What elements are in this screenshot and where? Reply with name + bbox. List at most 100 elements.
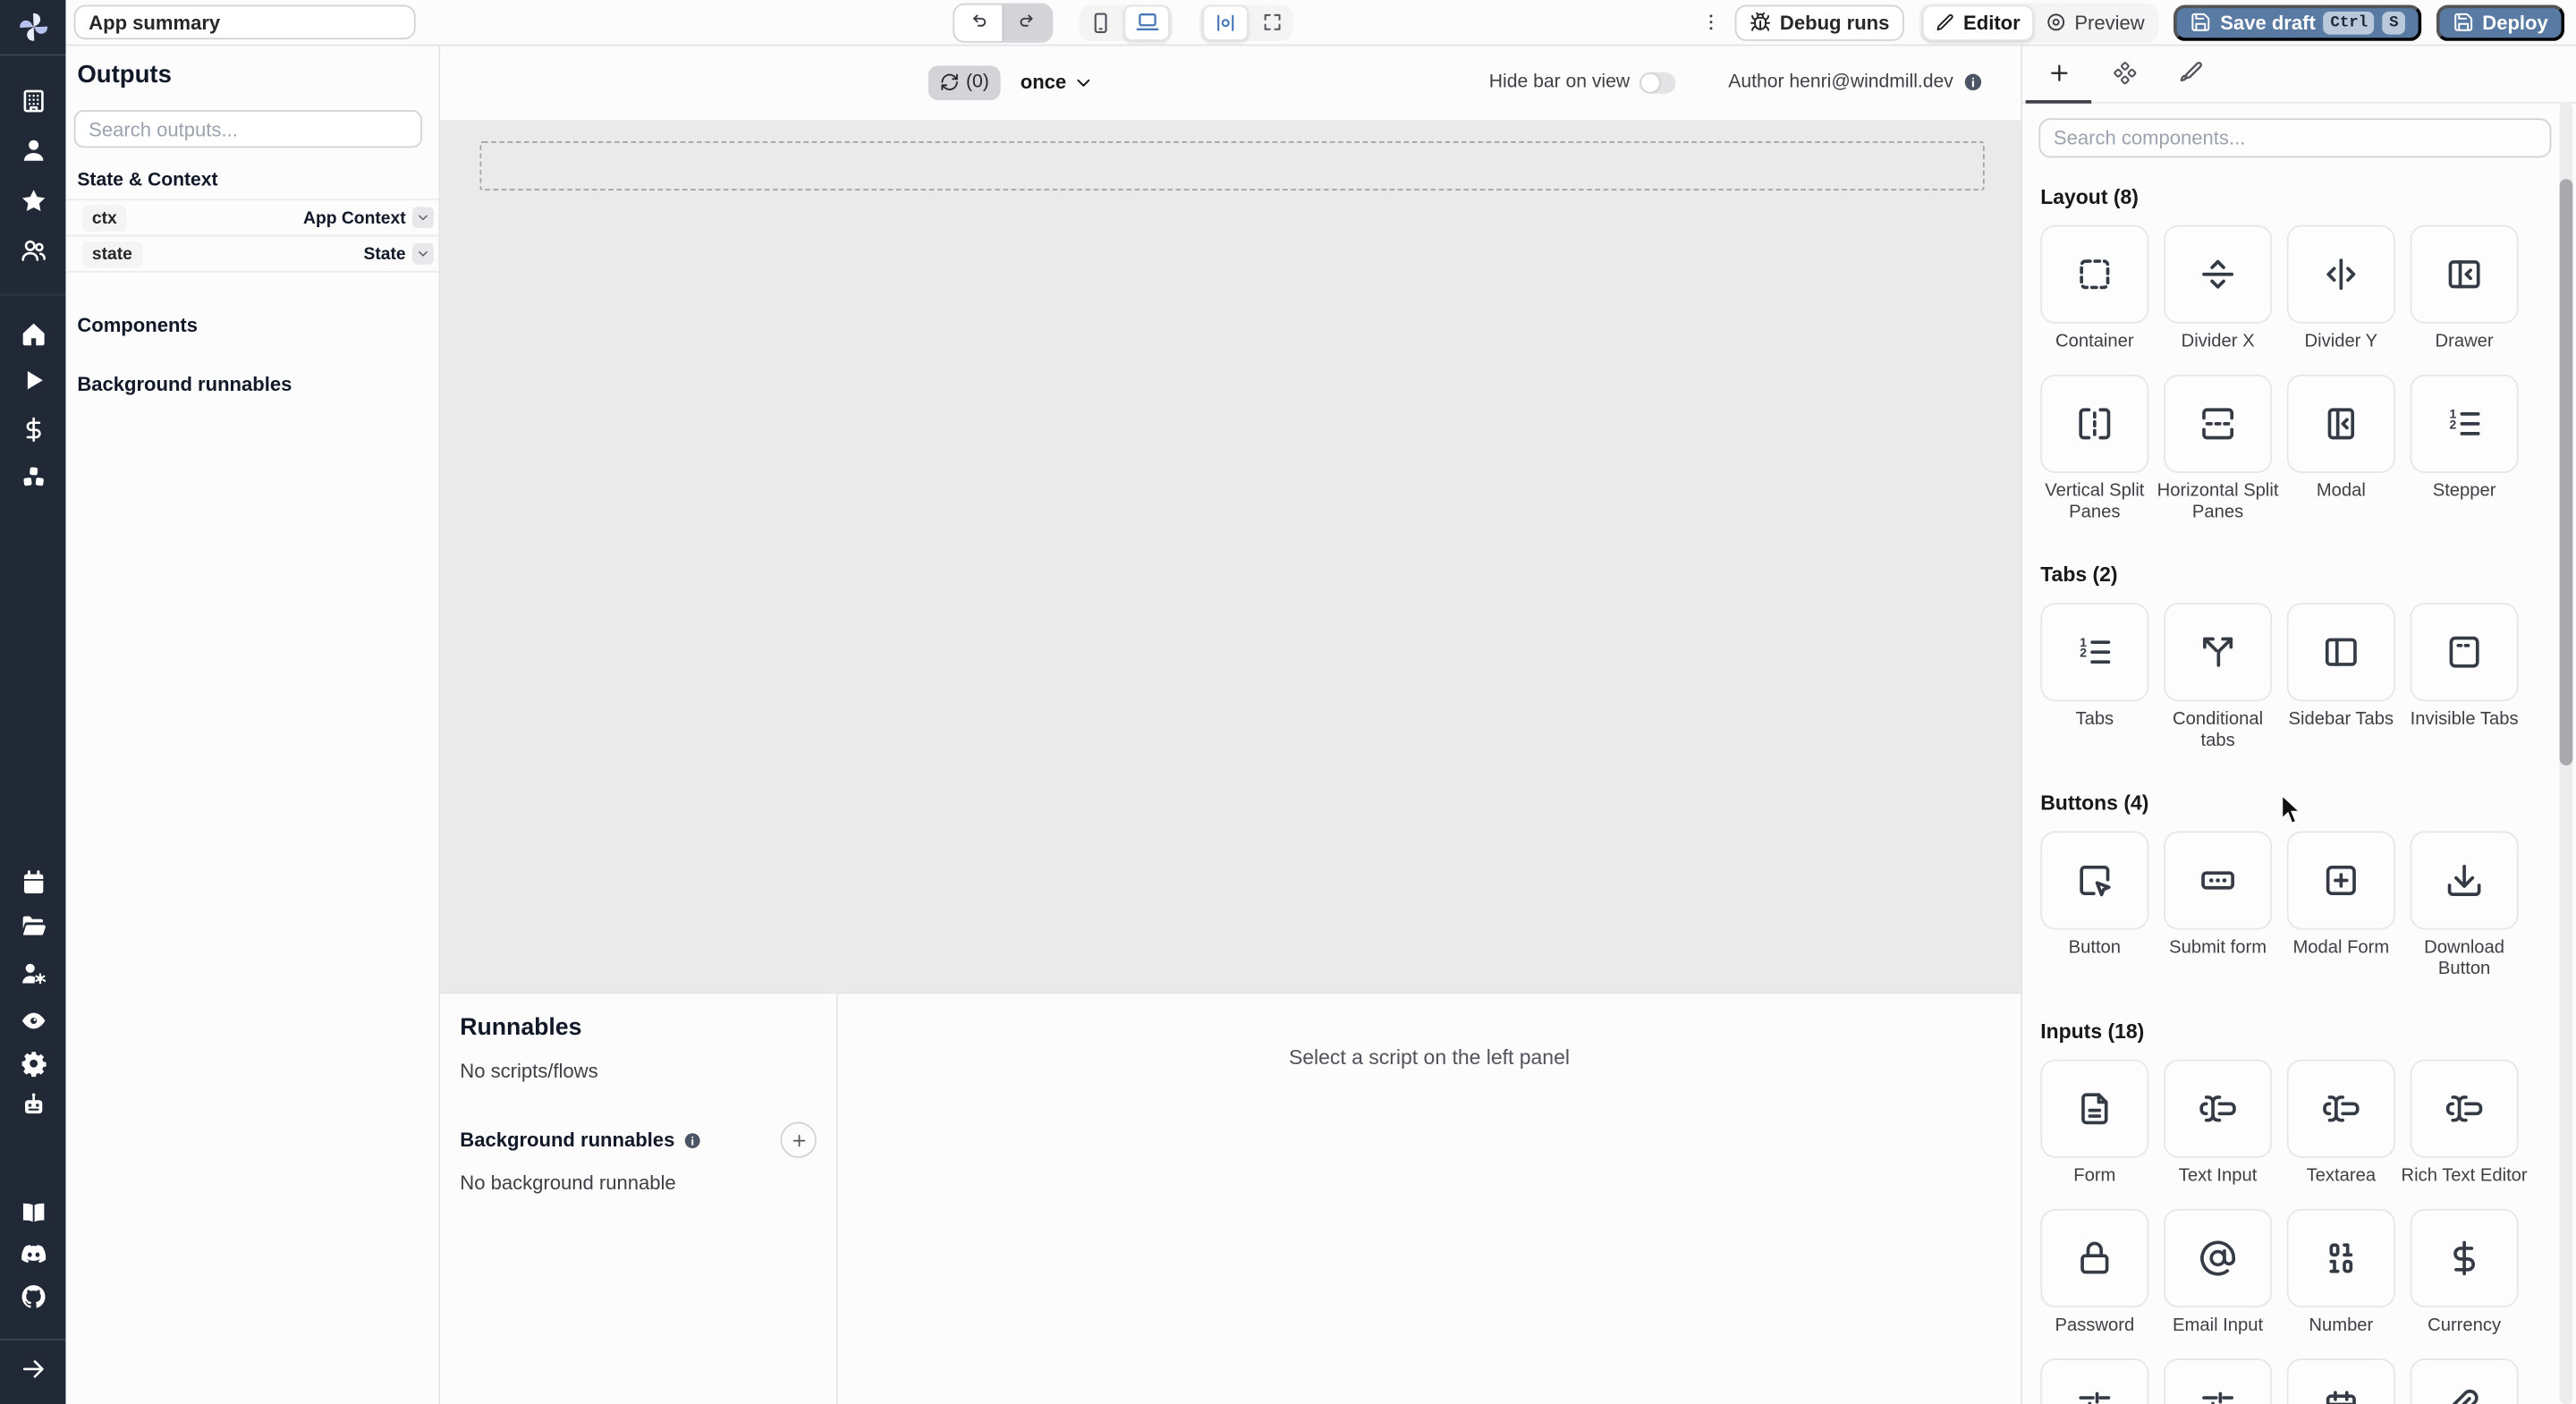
- sidebar-item-workers[interactable]: [0, 1082, 65, 1125]
- component-card-box[interactable]: [2163, 1059, 2273, 1158]
- component-card-vertical-split-panes[interactable]: Vertical Split Panes: [2040, 374, 2149, 524]
- component-card-box[interactable]: [2286, 1208, 2395, 1307]
- tab-preview[interactable]: Preview: [2033, 5, 2156, 38]
- undo-button[interactable]: [954, 4, 1002, 40]
- component-card-submit-form[interactable]: Submit form: [2163, 831, 2273, 980]
- component-card-box[interactable]: [2286, 602, 2395, 702]
- component-card-box[interactable]: [2410, 831, 2519, 930]
- sidebar-item-workers-groups[interactable]: [0, 951, 65, 994]
- component-card-box[interactable]: [2040, 1059, 2149, 1158]
- empty-dropzone[interactable]: [479, 140, 1985, 191]
- component-card-box[interactable]: [2410, 1208, 2519, 1307]
- component-card-modal[interactable]: Modal: [2286, 374, 2395, 524]
- sidebar-item-audit-logs[interactable]: [0, 999, 65, 1042]
- sidebar-item-variables[interactable]: [0, 408, 65, 451]
- component-card-form[interactable]: Form: [2040, 1059, 2149, 1187]
- component-card-slider[interactable]: Slider: [2040, 1357, 2149, 1404]
- search-components-input[interactable]: [2038, 118, 2552, 158]
- app-summary-input[interactable]: [73, 4, 416, 40]
- component-card-box[interactable]: [2286, 224, 2395, 324]
- tab-editor[interactable]: Editor: [1922, 4, 2034, 40]
- state-context-row-ctx[interactable]: ctx App Context: [65, 200, 439, 237]
- component-card-box[interactable]: [2286, 1059, 2395, 1158]
- windmill-logo-icon[interactable]: [0, 5, 65, 48]
- component-card-box[interactable]: [2040, 831, 2149, 930]
- component-card-tabs[interactable]: 1 2 Tabs: [2040, 602, 2149, 752]
- add-background-runnable-button[interactable]: [780, 1121, 817, 1158]
- component-card-container[interactable]: Container: [2040, 224, 2149, 353]
- component-card-box[interactable]: [2040, 374, 2149, 473]
- component-card-invisible-tabs[interactable]: Invisible Tabs: [2410, 602, 2519, 752]
- component-card-conditional-tabs[interactable]: Conditional tabs: [2163, 602, 2273, 752]
- state-context-row-state[interactable]: state State: [65, 236, 439, 273]
- expand-row-button[interactable]: [412, 207, 434, 229]
- component-card-file-input[interactable]: File Input: [2410, 1357, 2519, 1404]
- sidebar-item-docs[interactable]: [0, 1191, 65, 1234]
- component-card-date[interactable]: Date: [2286, 1357, 2395, 1404]
- panel-tab-components-settings[interactable]: [2091, 45, 2157, 102]
- component-card-box[interactable]: [2163, 374, 2273, 473]
- panel-tab-theme[interactable]: [2157, 45, 2223, 102]
- info-icon[interactable]: [683, 1131, 701, 1149]
- info-icon[interactable]: [1963, 72, 1983, 92]
- component-card-divider-y[interactable]: Divider Y: [2286, 224, 2395, 353]
- component-card-number[interactable]: Number: [2286, 1208, 2395, 1336]
- mobile-view-button[interactable]: [1082, 7, 1118, 37]
- save-draft-button[interactable]: Save draft Ctrl S: [2174, 4, 2422, 40]
- refresh-button[interactable]: (0): [928, 64, 1001, 100]
- fullscreen-button[interactable]: [1253, 7, 1289, 37]
- sidebar-item-folders[interactable]: [0, 903, 65, 946]
- debug-runs-button[interactable]: Debug runs: [1735, 4, 1904, 40]
- sidebar-item-runs[interactable]: [0, 358, 65, 401]
- component-card-box[interactable]: [2040, 1208, 2149, 1307]
- center-layout-button[interactable]: [1202, 4, 1249, 40]
- component-card-divider-x[interactable]: Divider X: [2163, 224, 2273, 353]
- component-card-sidebar-tabs[interactable]: Sidebar Tabs: [2286, 602, 2395, 752]
- component-card-box[interactable]: [2040, 1357, 2149, 1404]
- component-card-box[interactable]: [2410, 1059, 2519, 1158]
- component-card-rich-text-editor[interactable]: Rich Text Editor: [2402, 1059, 2528, 1187]
- deploy-button[interactable]: Deploy: [2436, 4, 2565, 40]
- component-card-download-button[interactable]: Download Button: [2410, 831, 2519, 980]
- component-card-box[interactable]: [2286, 1357, 2395, 1404]
- component-card-box[interactable]: [2286, 831, 2395, 930]
- sidebar-item-settings[interactable]: [0, 1041, 65, 1084]
- panel-tab-insert[interactable]: [2025, 45, 2092, 104]
- component-card-box[interactable]: [2163, 602, 2273, 702]
- schedule-dropdown[interactable]: once: [1021, 71, 1095, 94]
- component-card-email-input[interactable]: Email Input: [2163, 1208, 2273, 1336]
- component-card-box[interactable]: [2163, 1208, 2273, 1307]
- sidebar-item-user[interactable]: [0, 128, 65, 171]
- sidebar-item-workspace[interactable]: [0, 79, 65, 122]
- scrollbar-thumb[interactable]: [2559, 179, 2573, 765]
- component-card-box[interactable]: [2410, 224, 2519, 324]
- sidebar-item-home[interactable]: [0, 312, 65, 355]
- component-card-box[interactable]: [2286, 374, 2395, 473]
- sidebar-item-discord[interactable]: [0, 1232, 65, 1275]
- redo-button[interactable]: [1002, 4, 1052, 40]
- expand-row-button[interactable]: [412, 242, 434, 265]
- sidebar-item-resources[interactable]: [0, 455, 65, 498]
- sidebar-item-collapse[interactable]: [0, 1347, 65, 1390]
- component-card-password[interactable]: Password: [2040, 1208, 2149, 1336]
- desktop-view-button[interactable]: [1123, 4, 1170, 40]
- component-card-box[interactable]: [2410, 1357, 2519, 1404]
- component-card-currency[interactable]: Currency: [2410, 1208, 2519, 1336]
- component-card-box[interactable]: [2040, 224, 2149, 324]
- sidebar-item-groups[interactable]: [0, 228, 65, 271]
- component-card-box[interactable]: [2410, 602, 2519, 702]
- component-card-stepper[interactable]: 1 2 Stepper: [2410, 374, 2519, 524]
- component-card-drawer[interactable]: Drawer: [2410, 224, 2519, 353]
- more-menu-button[interactable]: [1701, 4, 1721, 40]
- sidebar-item-github[interactable]: [0, 1274, 65, 1317]
- component-card-modal-form[interactable]: Modal Form: [2286, 831, 2395, 980]
- sidebar-item-schedules[interactable]: [0, 860, 65, 903]
- sidebar-item-favorites[interactable]: [0, 179, 65, 222]
- component-card-box[interactable]: 12: [2040, 602, 2149, 702]
- component-card-button[interactable]: Button: [2040, 831, 2149, 980]
- app-canvas[interactable]: [440, 120, 2021, 993]
- search-outputs-input[interactable]: [73, 110, 423, 148]
- component-card-box[interactable]: [2163, 224, 2273, 324]
- component-card-text-input[interactable]: Text Input: [2163, 1059, 2273, 1187]
- component-card-textarea[interactable]: Textarea: [2286, 1059, 2395, 1187]
